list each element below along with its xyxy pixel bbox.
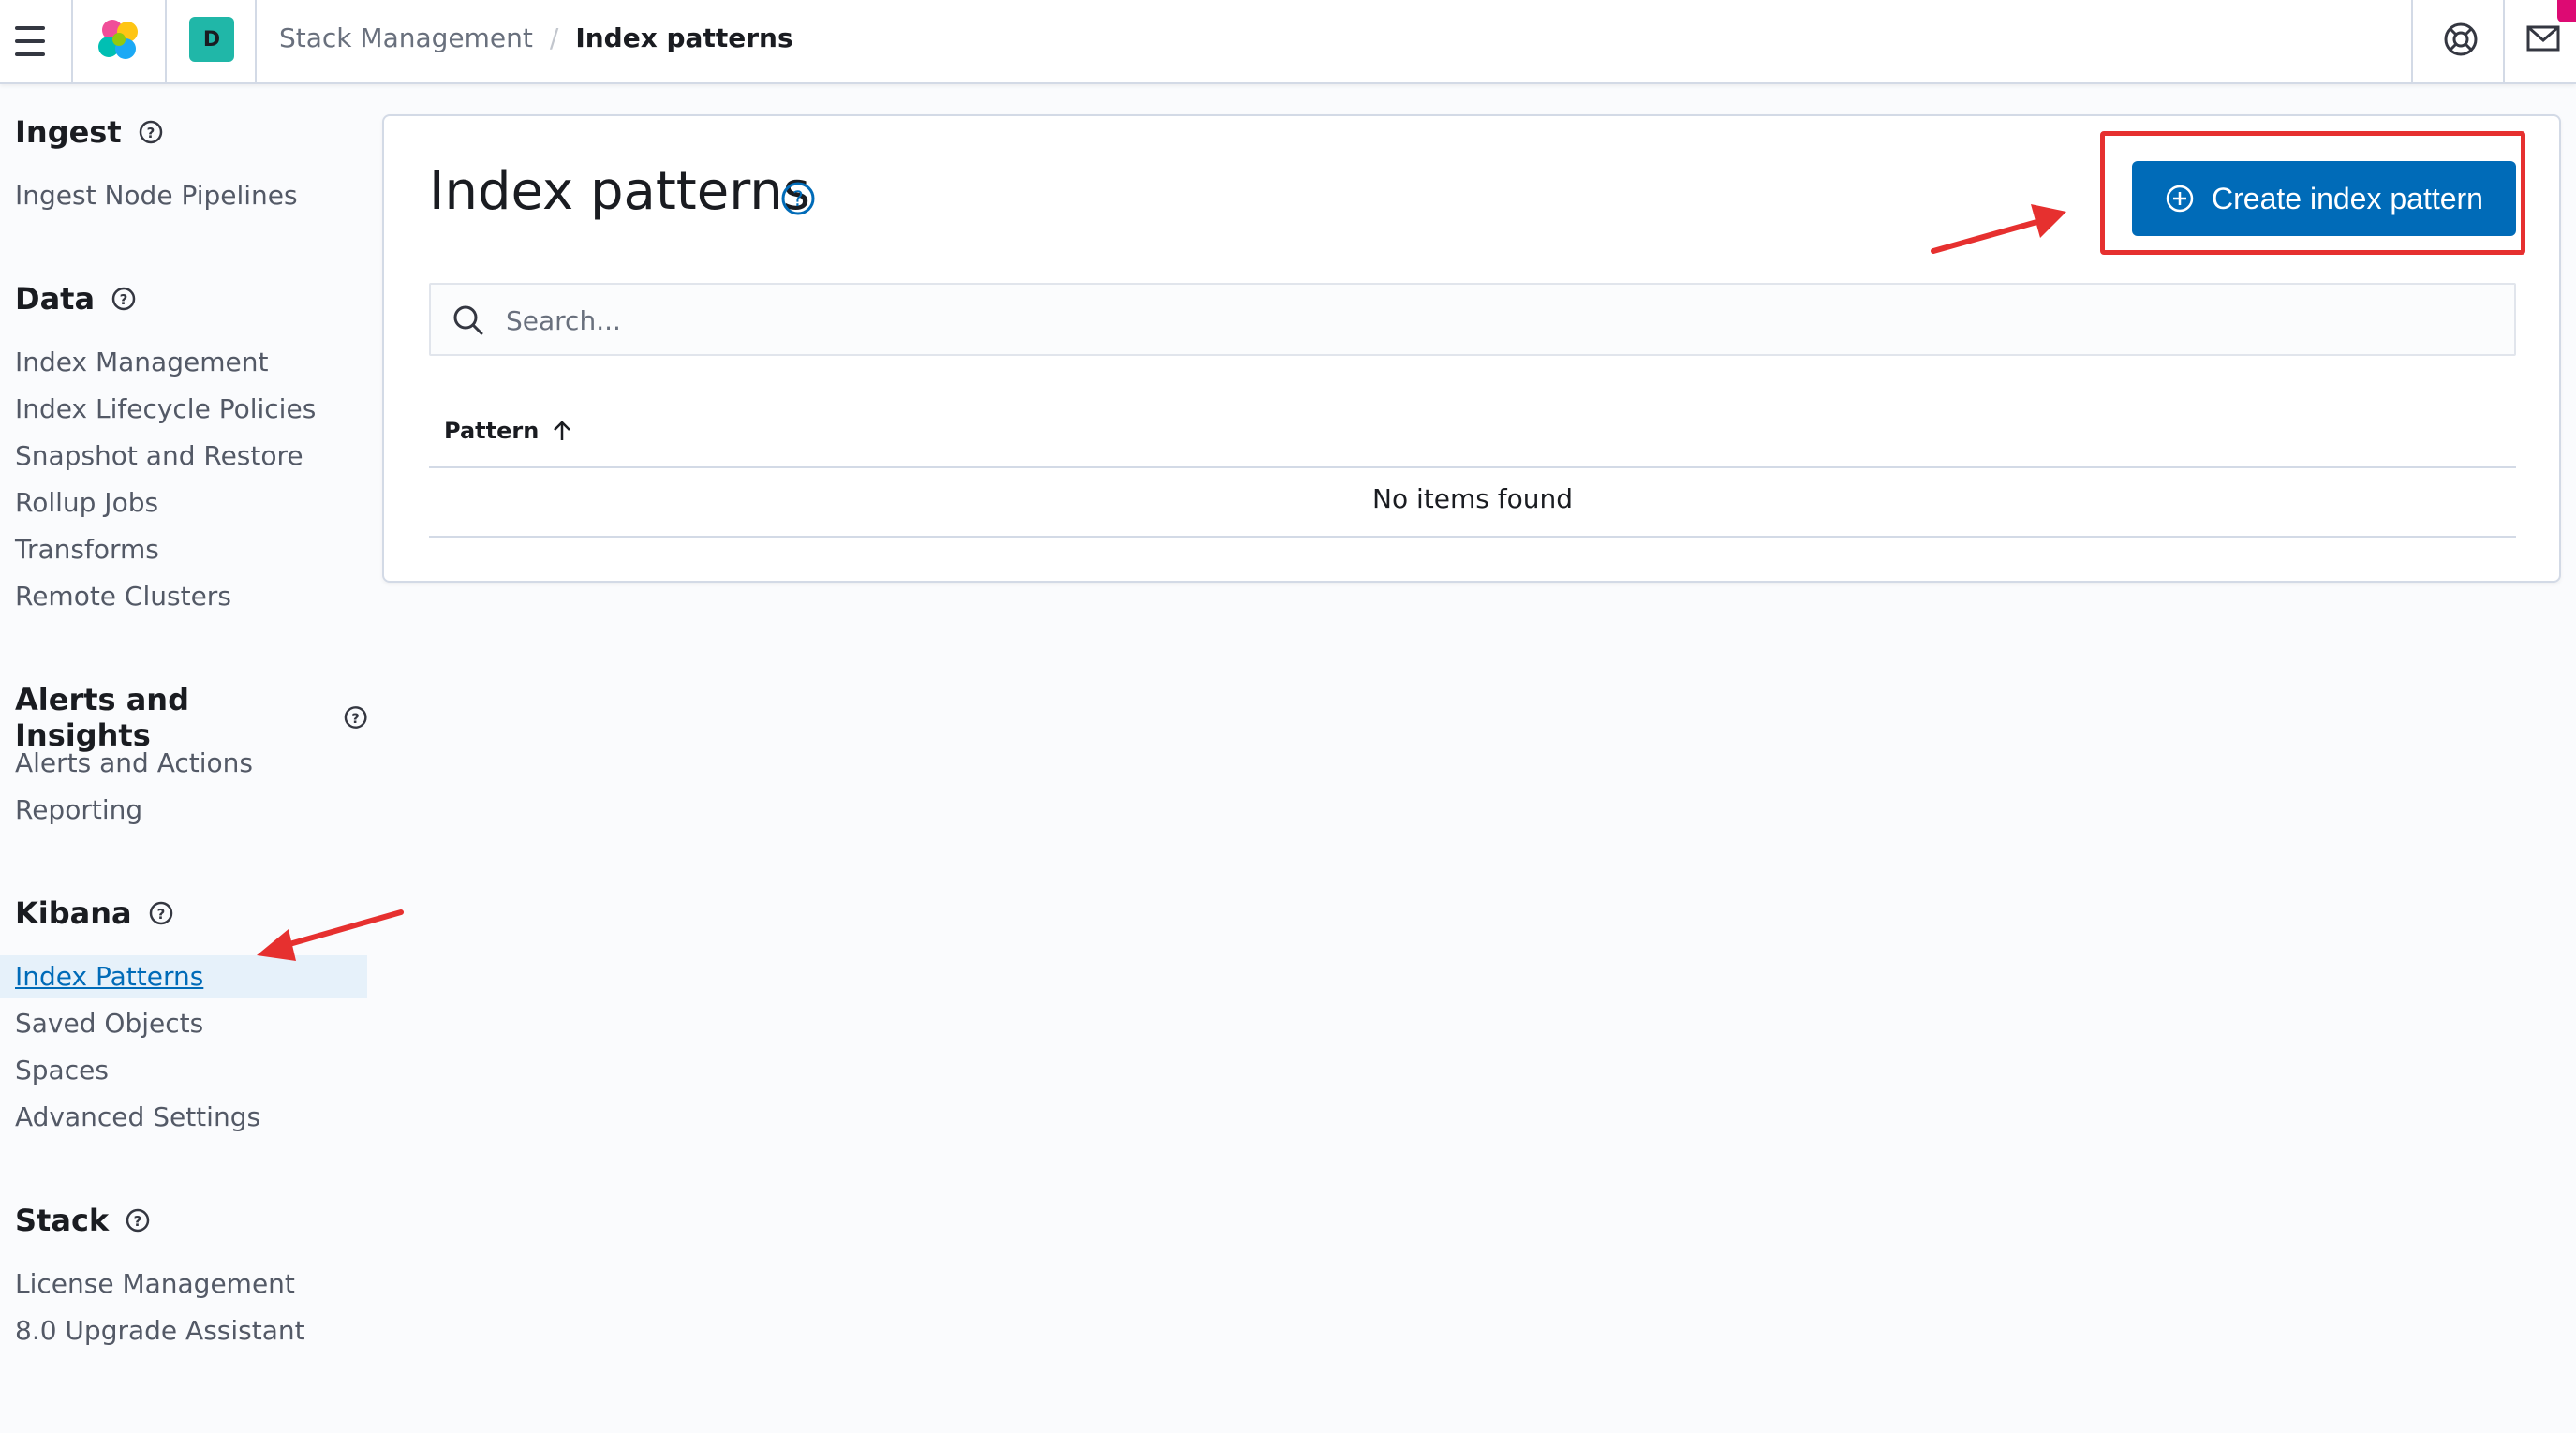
sidebar-item-transforms[interactable]: Transforms [0,528,367,571]
sidebar-heading-ingest: Ingest ? [15,114,163,150]
annotation-arrow-to-index-patterns [257,909,404,961]
sidebar-item-upgrade-assistant[interactable]: 8.0 Upgrade Assistant [0,1309,367,1352]
header-divider [255,0,257,82]
breadcrumb-stack-management[interactable]: Stack Management [279,22,533,53]
sidebar-item-rollup-jobs[interactable]: Rollup Jobs [0,481,367,524]
sidebar-item-index-management[interactable]: Index Management [0,341,367,384]
empty-table-message: No items found [1372,483,1573,514]
question-circle-icon[interactable]: ? [149,901,173,925]
question-circle-icon[interactable]: ? [126,1208,150,1233]
sidebar-item-spaces[interactable]: Spaces [0,1049,367,1092]
sidebar-nav: Ingest ? Ingest Node Pipelines Data ? In… [0,82,367,1433]
question-circle-icon[interactable]: ? [344,705,367,730]
search-field-wrapper [429,283,2516,356]
pattern-column-header[interactable]: Pattern [444,418,572,444]
sidebar-heading-data: Data ? [15,281,136,317]
sidebar-heading-stack: Stack ? [15,1203,150,1238]
svg-text:?: ? [156,906,165,923]
top-header: D Stack Management / Index patterns [0,0,2576,84]
sort-ascending-arrow-icon [554,421,571,440]
kibana-logo-icon[interactable] [94,17,144,64]
sidebar-heading-kibana: Kibana ? [15,895,173,931]
page-title: Index patterns [429,161,810,222]
search-input[interactable] [504,292,2494,348]
sidebar-item-reporting[interactable]: Reporting [0,789,367,832]
svg-text:?: ? [146,125,155,141]
breadcrumb: Stack Management / Index patterns [279,0,793,75]
breadcrumb-separator: / [549,22,559,53]
header-divider [165,0,167,82]
sidebar-item-saved-objects[interactable]: Saved Objects [0,1002,367,1045]
notification-badge [2557,0,2576,22]
question-circle-icon[interactable]: ? [111,287,136,311]
svg-text:?: ? [351,711,359,727]
pattern-column-label: Pattern [444,418,540,444]
sidebar-item-index-lifecycle-policies[interactable]: Index Lifecycle Policies [0,388,367,431]
header-divider [71,0,73,82]
hamburger-menu-icon[interactable] [13,22,47,60]
space-avatar[interactable]: D [189,17,234,62]
question-circle-icon[interactable]: ? [779,180,817,217]
sidebar-item-ingest-node-pipelines[interactable]: Ingest Node Pipelines [0,174,367,217]
table-bottom-divider [429,536,2516,538]
svg-text:?: ? [134,1213,142,1230]
sidebar-item-license-management[interactable]: License Management [0,1263,367,1306]
question-circle-icon[interactable]: ? [139,120,163,144]
newsfeed-mail-icon[interactable] [2525,22,2561,56]
header-divider [2503,0,2505,82]
svg-text:?: ? [120,291,128,308]
header-divider [2411,0,2413,82]
annotation-highlight-box [2100,131,2525,255]
table-header-divider [429,466,2516,468]
breadcrumb-index-patterns: Index patterns [575,22,793,53]
svg-text:?: ? [792,188,804,212]
sidebar-item-snapshot-and-restore[interactable]: Snapshot and Restore [0,435,367,478]
sidebar-item-advanced-settings[interactable]: Advanced Settings [0,1096,367,1139]
sidebar-item-remote-clusters[interactable]: Remote Clusters [0,575,367,618]
sidebar-item-alerts-and-actions[interactable]: Alerts and Actions [0,742,367,785]
help-lifebuoy-icon[interactable] [2440,19,2481,60]
search-icon [453,305,483,335]
annotation-arrow-to-create-button [1931,204,2066,254]
